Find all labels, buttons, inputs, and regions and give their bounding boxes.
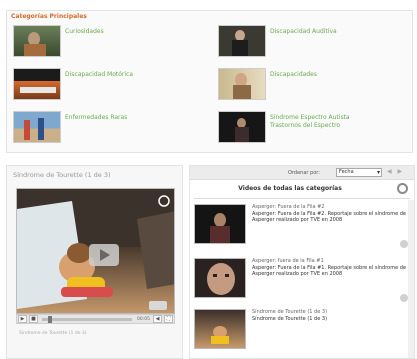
info-icon[interactable] [400,240,408,248]
list-item[interactable]: Asperger: Fuera de la Fila #2 Asperger: … [194,204,410,252]
play-button[interactable]: ▶ [18,315,27,323]
player-caption: Síndrome de Tourette (1 de 3) [19,331,87,336]
category-item-curiosidades[interactable]: Curiosidades [13,25,104,57]
video-still [17,189,174,313]
list-title: Videos de todas las categorías [238,185,342,192]
category-item-espectro-autista[interactable]: Síndrome Espectro Autista Trastornos del… [218,111,350,143]
list-scrollbar[interactable] [408,200,414,358]
category-thumbnail[interactable] [13,25,61,57]
seek-handle[interactable] [48,315,52,323]
category-label[interactable]: Discapacidad Auditiva [266,25,337,36]
seek-bar[interactable] [42,315,133,323]
stop-button[interactable]: ■ [29,315,38,323]
category-thumbnail[interactable] [218,111,266,143]
video-frame[interactable] [16,188,175,314]
category-label[interactable]: Discapacidades [266,68,317,79]
category-thumbnail[interactable] [13,68,61,100]
category-item-discapacidad-motorica[interactable]: Discapacidad Motórica [13,68,133,100]
video-list-panel: Ordenar por: Fecha ◀ ▶ Videos de todas l… [189,165,415,359]
categories-panel: Categorías Principales Curiosidades Disc… [6,10,413,153]
pagination-arrows-icon[interactable]: ◀ ▶ [387,168,404,175]
category-label-line1[interactable]: Síndrome Espectro Autista [270,114,350,122]
time-display: 00:05 [137,316,150,322]
divider [194,198,410,199]
video-thumbnail[interactable] [194,309,246,349]
category-thumbnail[interactable] [218,68,266,100]
refresh-icon[interactable] [397,183,408,194]
info-icon[interactable] [400,294,408,302]
order-select-value: Fecha [339,169,354,175]
category-item-discapacidades[interactable]: Discapacidades [218,68,317,100]
video-item-description: Asperger: Fuera de la Fila #2. Reportaje… [252,210,406,224]
list-header: Ordenar por: Fecha ◀ ▶ [190,166,414,180]
player-title: Síndrome de Tourette (1 de 3) [13,171,111,179]
video-thumbnail[interactable] [194,204,246,244]
volume-button[interactable]: ◀ [153,315,162,323]
categories-title: Categorías Principales [11,13,87,20]
player-controls: ▶ ■ 00:05 ◀ ⛶ [16,314,175,324]
category-label[interactable]: Curiosidades [61,25,104,36]
fullscreen-button[interactable]: ⛶ [164,315,173,323]
order-select[interactable]: Fecha [336,168,382,177]
category-label[interactable]: Discapacidad Motórica [61,68,133,79]
category-thumbnail[interactable] [218,25,266,57]
category-thumbnail[interactable] [13,111,61,143]
list-item[interactable]: Síndrome de Tourette (1 de 3) Síndrome d… [194,309,410,357]
category-item-enfermedades-raras[interactable]: Enfermedades Raras [13,111,127,143]
list-item[interactable]: Asperger: fuera de la Fila #1 Asperger: … [194,258,410,306]
video-item-description: Asperger: Fuera de la Fila #1. Reportaje… [252,264,406,278]
category-label[interactable]: Enfermedades Raras [61,111,127,122]
category-label-line2[interactable]: Trastornos del Espectro [270,122,350,130]
video-thumbnail[interactable] [194,258,246,298]
category-label[interactable]: Síndrome Espectro Autista Trastornos del… [266,111,350,130]
video-item-description: Síndrome de Tourette (1 de 3) [252,315,328,322]
category-item-discapacidad-auditiva[interactable]: Discapacidad Auditiva [218,25,337,57]
video-player-panel: Síndrome de Tourette (1 de 3) ▶ ■ 00:05 … [6,165,183,359]
order-label: Ordenar por: [288,170,320,176]
